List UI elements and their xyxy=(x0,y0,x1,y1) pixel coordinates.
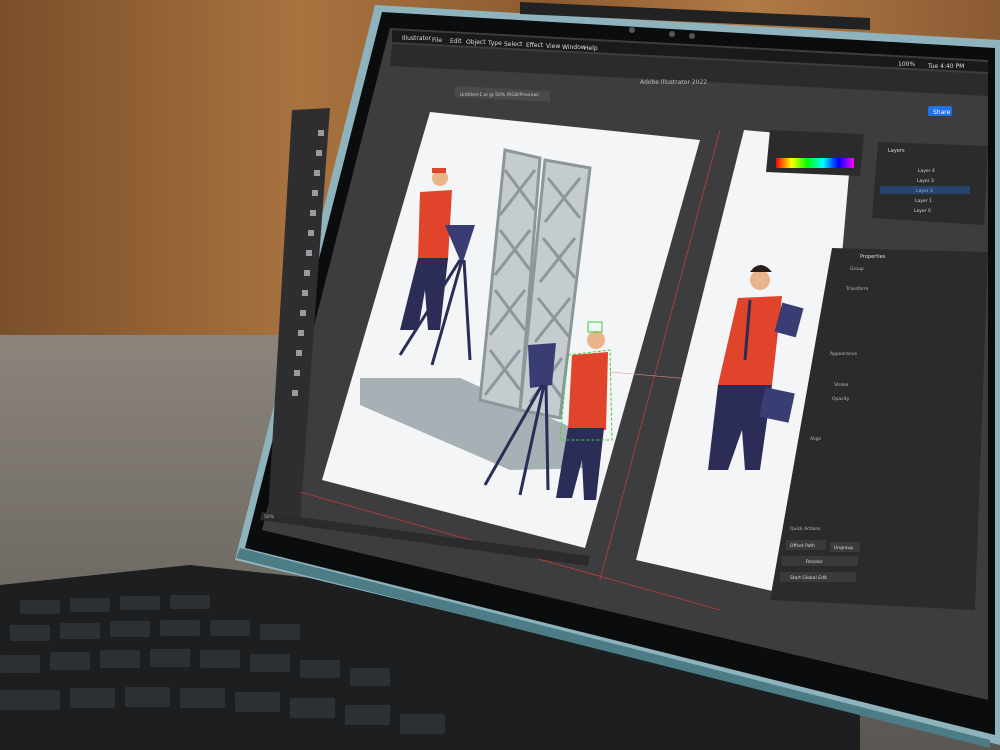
panel-label: Quick Actions xyxy=(790,526,821,532)
layer-row[interactable]: Layer 1 xyxy=(915,198,932,204)
menu-item[interactable]: Illustrator xyxy=(402,35,432,42)
quick-action-label: Recolor xyxy=(806,559,823,565)
zoom-level[interactable]: 50% xyxy=(264,514,275,520)
menu-item[interactable]: Help xyxy=(584,45,598,52)
menu-item[interactable]: Window xyxy=(562,44,586,51)
layer-row[interactable]: Layer 4 xyxy=(918,168,935,174)
properties-title: Properties xyxy=(860,254,886,260)
document-tab-label: Untitled-1.ai @ 50% (RGB/Preview) xyxy=(460,92,539,98)
menu-item[interactable]: Type xyxy=(487,40,502,47)
battery-level: 100% xyxy=(898,61,915,68)
menu-item[interactable]: File xyxy=(432,37,442,44)
panel-label: Align xyxy=(810,436,821,442)
panel-label: Opacity xyxy=(832,396,850,402)
clock: Tue 4:40 PM xyxy=(927,63,964,70)
menu-item[interactable]: Object xyxy=(466,39,486,46)
quick-action-label: Offset Path xyxy=(790,543,815,549)
share-label: Share xyxy=(933,109,951,116)
menu-item[interactable]: Select xyxy=(504,41,523,48)
color-spectrum[interactable] xyxy=(776,158,854,168)
layers-title: Layers xyxy=(888,148,905,154)
quick-action-label: Ungroup xyxy=(834,545,853,551)
panel-label: Transform xyxy=(845,286,868,292)
menu-item[interactable]: Edit xyxy=(450,38,462,45)
panel-label: Stroke xyxy=(834,382,849,388)
menu-item[interactable]: View xyxy=(546,43,560,50)
menu-item[interactable]: Effect xyxy=(526,42,544,49)
color-panel[interactable] xyxy=(766,130,864,176)
panel-label: Group xyxy=(850,266,864,272)
layer-row[interactable]: Layer 3 xyxy=(917,178,934,184)
quick-action-label: Start Global Edit xyxy=(790,575,827,581)
layer-row[interactable]: Layer 0 xyxy=(914,208,931,214)
panel-label: Appearance xyxy=(830,351,857,357)
app-title: Adobe Illustrator 2022 xyxy=(640,79,707,86)
tablet-device: Illustrator File Edit Object Type Select… xyxy=(0,2,1000,750)
